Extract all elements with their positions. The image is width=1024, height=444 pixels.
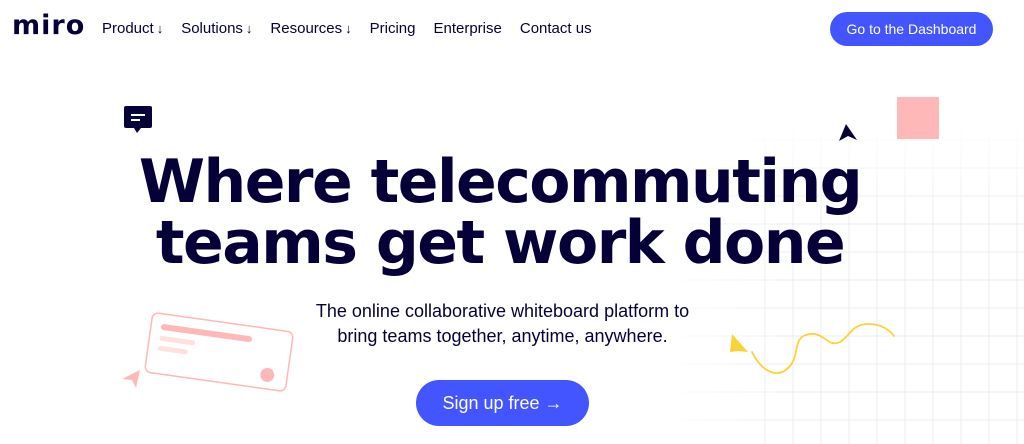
nav-item-solutions[interactable]: Solutions ↓ [181,19,252,39]
sign-up-free-button[interactable]: Sign up free → [416,380,589,426]
chevron-down-icon: ↓ [345,21,352,36]
nav-label: Product [102,20,154,37]
hero-subtitle-line: bring teams together, anytime, anywhere. [337,326,668,346]
sticky-note-shape [897,97,939,139]
site-header: miro Product ↓ Solutions ↓ Resources ↓ Pric… [0,0,1024,58]
hero-title-line: Where telecommuting [138,147,863,217]
cursor-arrow-icon [122,370,140,388]
miro-logo[interactable]: miro [12,10,85,42]
nav-label: Contact us [519,20,592,37]
hero-subtitle: The online collaborative whiteboard plat… [0,299,1005,349]
nav-item-resources[interactable]: Resources ↓ [270,19,351,39]
main-nav: Product ↓ Solutions ↓ Resources ↓ Pricing E… [102,19,592,39]
nav-item-contact[interactable]: Contact us [520,19,592,39]
hero-title-line: teams get work done [155,208,846,278]
nav-label: Enterprise [433,20,502,37]
nav-item-pricing[interactable]: Pricing [370,19,416,39]
hero-title: Where telecommuting teams get work done [0,152,1000,274]
nav-label: Solutions [181,20,243,37]
go-to-dashboard-button[interactable]: Go to the Dashboard [830,12,993,46]
chevron-down-icon: ↓ [156,21,164,36]
hero-subtitle-line: The online collaborative whiteboard plat… [315,301,690,321]
comment-icon [124,106,152,133]
cursor-arrow-icon [839,124,857,141]
chevron-down-icon: ↓ [245,21,253,36]
nav-item-enterprise[interactable]: Enterprise [433,19,501,39]
nav-label: Resources [270,20,343,37]
nav-item-product[interactable]: Product ↓ [102,19,163,39]
nav-label: Pricing [369,20,416,37]
